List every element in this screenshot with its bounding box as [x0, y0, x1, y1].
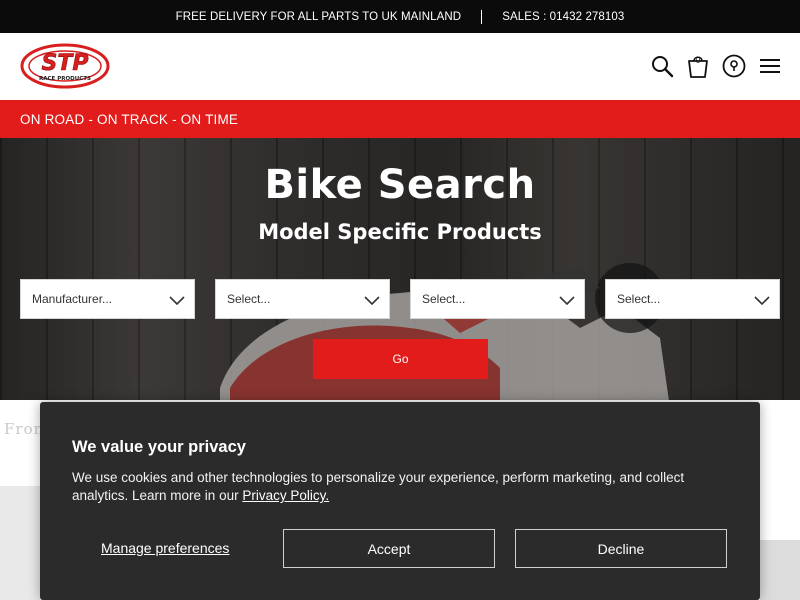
- stp-logo-icon: STP RACE PRODUCTS: [20, 43, 110, 89]
- site-logo[interactable]: STP RACE PRODUCTS: [20, 43, 110, 89]
- privacy-policy-link[interactable]: Privacy Policy.: [242, 488, 329, 503]
- select-value: Select...: [227, 292, 271, 306]
- announcement-bar: FREE DELIVERY FOR ALL PARTS TO UK MAINLA…: [0, 0, 800, 33]
- select-value: Select...: [422, 292, 466, 306]
- manufacturer-select[interactable]: Manufacturer...: [20, 279, 195, 319]
- tagline-text: ON ROAD - ON TRACK - ON TIME: [20, 111, 239, 127]
- chevron-down-icon: [169, 296, 185, 306]
- decline-button[interactable]: Decline: [515, 529, 727, 568]
- site-header: STP RACE PRODUCTS 0: [0, 33, 800, 100]
- cart-button[interactable]: 0: [686, 53, 710, 79]
- accept-button[interactable]: Accept: [283, 529, 495, 568]
- year-select[interactable]: Select...: [605, 279, 780, 319]
- select-value: Select...: [617, 292, 661, 306]
- manage-preferences-link[interactable]: Manage preferences: [101, 540, 229, 556]
- chevron-down-icon: [754, 296, 770, 306]
- search-button[interactable]: [650, 53, 674, 79]
- cookie-title: We value your privacy: [72, 438, 246, 456]
- cookie-text: We use cookies and other technologies to…: [72, 469, 737, 505]
- chevron-down-icon: [559, 296, 575, 306]
- bike-search-hero: Bike Search Model Specific Products Manu…: [0, 138, 800, 400]
- svg-text:RACE PRODUCTS: RACE PRODUCTS: [39, 76, 91, 82]
- sales-phone[interactable]: SALES : 01432 278103: [502, 11, 624, 23]
- select-value: Manufacturer...: [32, 292, 113, 306]
- tagline-bar: ON ROAD - ON TRACK - ON TIME: [0, 100, 800, 138]
- cookie-banner: We value your privacy We use cookies and…: [40, 402, 760, 600]
- go-button[interactable]: Go: [313, 339, 488, 379]
- account-button[interactable]: [722, 53, 746, 79]
- hero-subtitle: Model Specific Products: [258, 220, 542, 244]
- product-image[interactable]: [0, 486, 40, 600]
- hero-title: Bike Search: [264, 162, 536, 208]
- chevron-down-icon: [364, 296, 380, 306]
- divider: [481, 9, 483, 24]
- product-image[interactable]: [760, 540, 800, 600]
- account-icon: [722, 54, 746, 78]
- cookie-body: We use cookies and other technologies to…: [72, 470, 685, 503]
- cart-count: 0: [695, 55, 701, 65]
- capacity-select[interactable]: Select...: [410, 279, 585, 319]
- search-icon: [652, 56, 674, 78]
- model-select[interactable]: Select...: [215, 279, 390, 319]
- menu-icon: [760, 59, 780, 73]
- svg-text:STP: STP: [42, 51, 89, 76]
- delivery-notice: FREE DELIVERY FOR ALL PARTS TO UK MAINLA…: [175, 10, 462, 23]
- menu-button[interactable]: [758, 53, 782, 79]
